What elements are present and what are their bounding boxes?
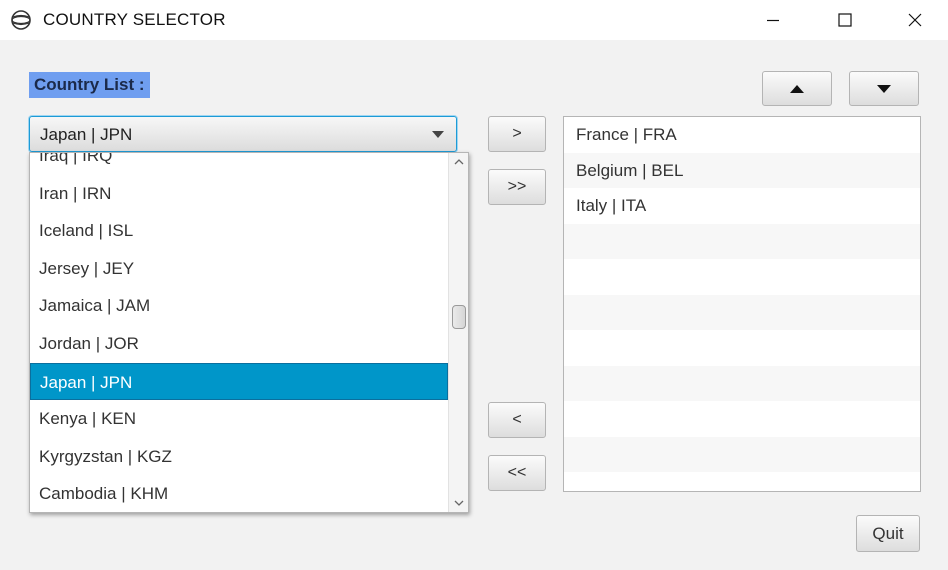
dropdown-scrollbar[interactable]: [448, 153, 468, 512]
list-item: [564, 223, 920, 259]
triangle-up-icon: [790, 84, 804, 93]
combobox-value: Japan | JPN: [40, 125, 133, 144]
country-dropdown-list[interactable]: Iraq | IRQ Iran | IRN Iceland | ISL Jers…: [29, 152, 469, 513]
country-combobox[interactable]: Japan | JPN: [29, 116, 457, 152]
list-item[interactable]: Kyrgyzstan | KGZ: [30, 438, 448, 476]
chevron-up-icon: [454, 159, 464, 165]
minimize-button[interactable]: [750, 0, 796, 40]
list-item[interactable]: France | FRA: [564, 117, 920, 153]
dropdown-items: Iraq | IRQ Iran | IRN Iceland | ISL Jers…: [30, 153, 448, 512]
list-item[interactable]: Kenya | KEN: [30, 400, 448, 438]
window-title: COUNTRY SELECTOR: [43, 10, 226, 29]
list-item-selected[interactable]: Japan | JPN: [30, 362, 448, 401]
add-button[interactable]: >: [488, 116, 546, 152]
selected-countries-list[interactable]: France | FRA Belgium | BEL Italy | ITA: [563, 116, 921, 492]
maximize-icon: [838, 13, 852, 27]
list-item[interactable]: Jordan | JOR: [30, 325, 448, 363]
country-list-label: Country List :: [29, 72, 150, 98]
chevron-down-icon: [454, 500, 464, 506]
minimize-icon: [767, 19, 779, 22]
close-icon: [908, 13, 922, 27]
list-item[interactable]: Iran | IRN: [30, 175, 448, 213]
move-down-button[interactable]: [849, 71, 919, 106]
list-item[interactable]: Jersey | JEY: [30, 250, 448, 288]
globe-icon: [11, 10, 31, 30]
scroll-down-button[interactable]: [449, 494, 468, 512]
list-item[interactable]: Cambodia | KHM: [30, 475, 448, 512]
title-bar: COUNTRY SELECTOR: [0, 0, 948, 40]
chevron-down-icon: [432, 131, 444, 138]
triangle-down-icon: [877, 84, 891, 93]
list-item: [564, 472, 920, 491]
list-item[interactable]: Italy | ITA: [564, 188, 920, 224]
remove-button[interactable]: <: [488, 402, 546, 438]
list-item[interactable]: Jamaica | JAM: [30, 287, 448, 325]
list-item: [564, 330, 920, 366]
list-item: [564, 365, 920, 401]
list-item: [564, 436, 920, 472]
add-all-button[interactable]: >>: [488, 169, 546, 205]
list-item[interactable]: Iceland | ISL: [30, 212, 448, 250]
scroll-thumb[interactable]: [452, 305, 466, 329]
maximize-button[interactable]: [822, 0, 868, 40]
scroll-up-button[interactable]: [449, 153, 468, 171]
list-item[interactable]: Belgium | BEL: [564, 152, 920, 188]
list-item: [564, 401, 920, 437]
list-item[interactable]: Iraq | IRQ: [30, 153, 448, 175]
quit-button[interactable]: Quit: [856, 515, 920, 552]
list-item: [564, 259, 920, 295]
list-item: [564, 294, 920, 330]
remove-all-button[interactable]: <<: [488, 455, 546, 491]
close-button[interactable]: [892, 0, 938, 40]
move-up-button[interactable]: [762, 71, 832, 106]
